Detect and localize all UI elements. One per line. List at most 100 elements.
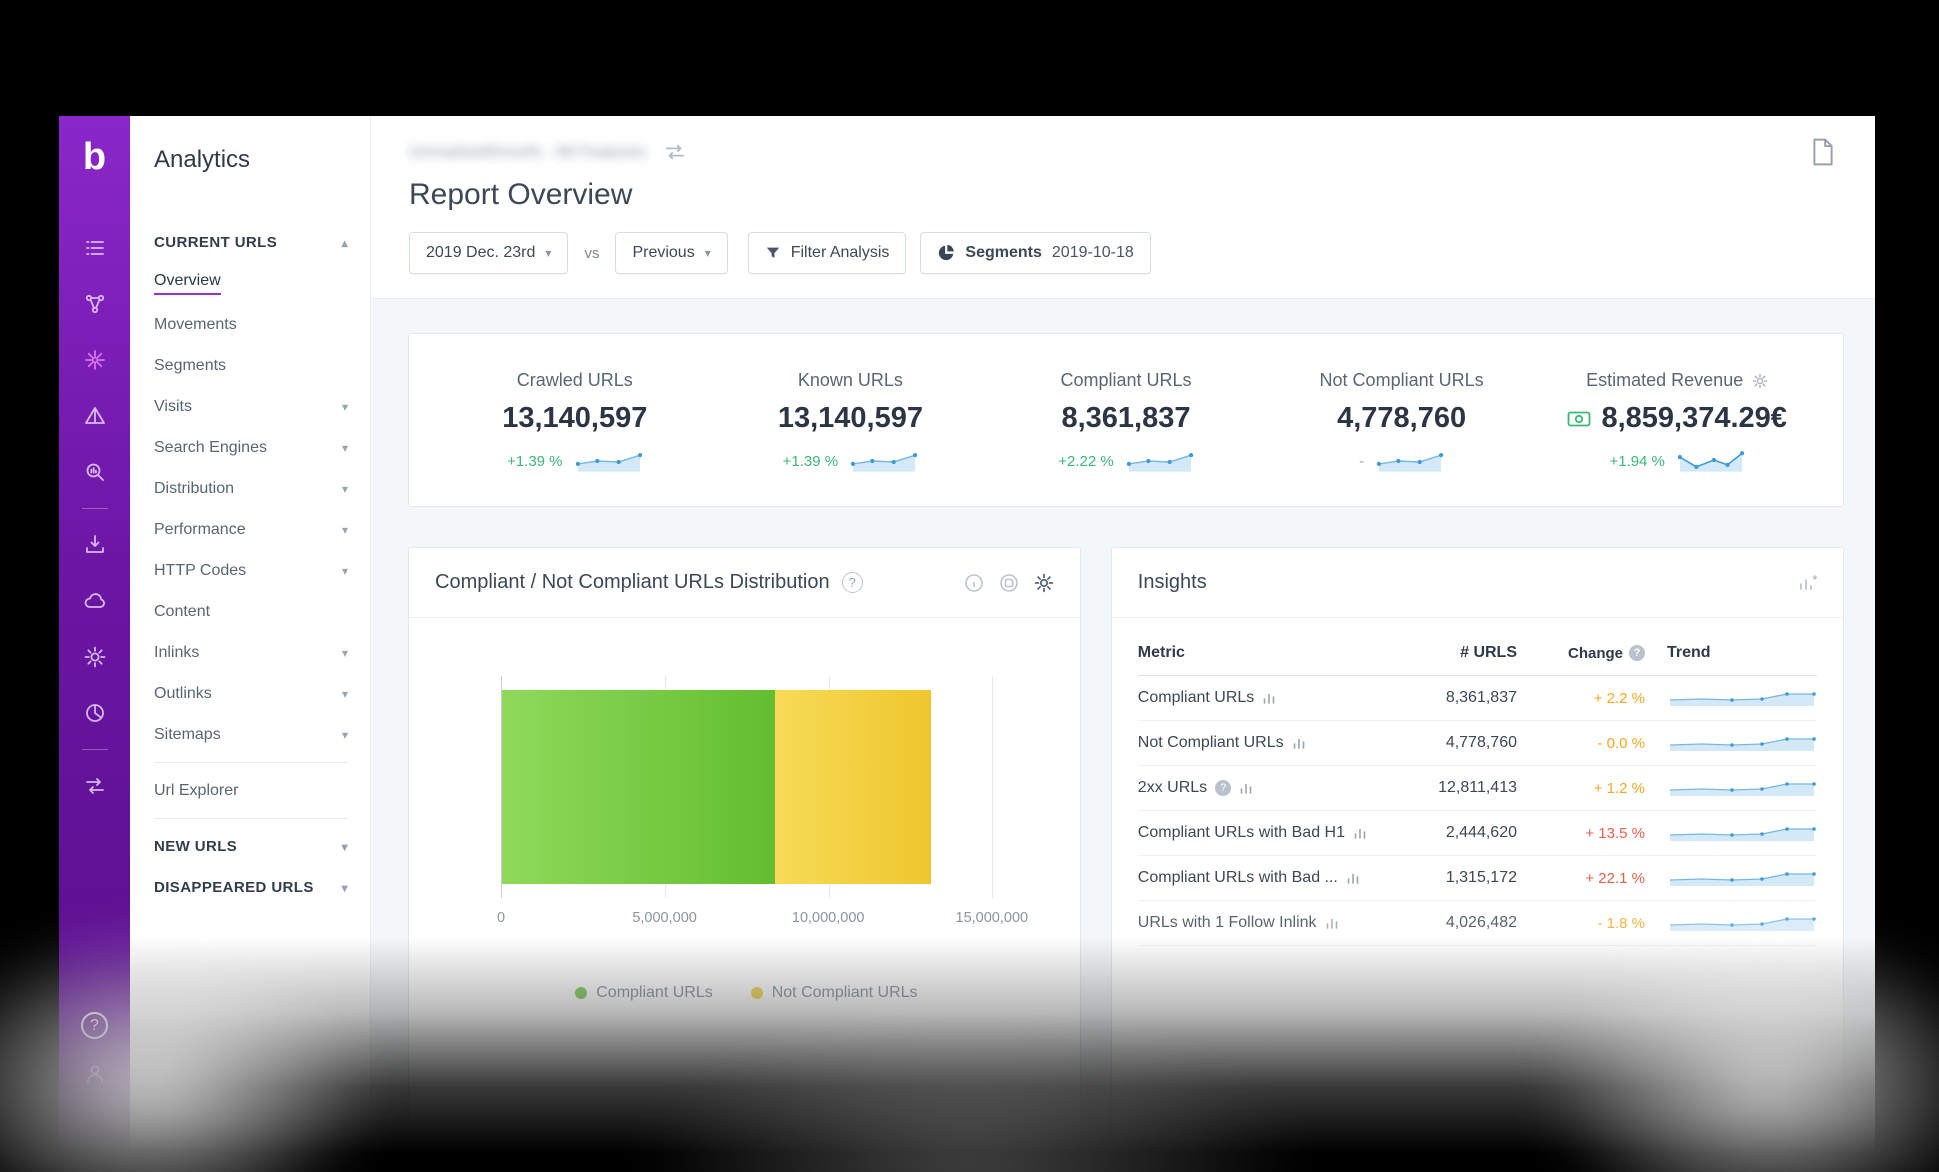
nav-item[interactable]: Sitemaps ▾ [154, 714, 370, 755]
insights-row[interactable]: Compliant URLs with Bad H1 2,444,620 + 1… [1138, 811, 1817, 856]
export-icon[interactable] [82, 532, 108, 558]
nav-item[interactable]: Visits ▾ [154, 386, 370, 427]
settings-icon[interactable] [82, 644, 108, 670]
legend-item[interactable]: Compliant URLs [575, 984, 712, 1002]
nav-item[interactable]: Outlinks ▾ [154, 673, 370, 714]
settings-icon[interactable] [1034, 573, 1054, 593]
metric-url-count: 12,811,413 [1367, 779, 1517, 797]
nav-item[interactable]: Distribution ▾ [154, 468, 370, 509]
nav-item[interactable]: Search Engines ▾ [154, 427, 370, 468]
chevron-icon: ▾ [342, 646, 348, 660]
stat-sparkline [1126, 448, 1194, 474]
list-icon[interactable] [82, 235, 108, 261]
nav-divider [154, 762, 348, 763]
nav-item[interactable]: Movements [154, 304, 370, 345]
chevron-icon: ▾ [342, 441, 348, 455]
metric-change: + 13.5 % [1517, 825, 1645, 842]
user-icon[interactable] [82, 1061, 108, 1087]
metric-chart-icon[interactable] [1346, 871, 1360, 885]
stat-value: 4,778,760 [1337, 402, 1466, 435]
segments-icon[interactable] [82, 700, 108, 726]
screenshot-stage: b [0, 0, 1939, 1172]
nav-item[interactable]: Performance ▾ [154, 509, 370, 550]
nav-item-label: Movements [154, 316, 237, 334]
help-icon[interactable]: ? [842, 572, 863, 593]
metric-chart-icon[interactable] [1262, 691, 1276, 705]
nav-item-label: HTTP Codes [154, 562, 246, 580]
trend-sparkline [1667, 733, 1817, 753]
date-select-button[interactable]: 2019 Dec. 23rd ▾ [409, 232, 568, 274]
tick-label: 0 [497, 910, 505, 926]
help-icon[interactable]: ? [1215, 780, 1231, 796]
chevron-icon: ▾ [342, 400, 348, 414]
nav-item[interactable]: Overview [154, 263, 370, 304]
nav-item[interactable]: Segments [154, 345, 370, 386]
stat-value: 13,140,597 [502, 402, 647, 435]
insights-row[interactable]: Compliant URLs 8,361,837 + 2.2 % [1138, 676, 1817, 721]
nav-item-label: Performance [154, 521, 246, 539]
metric-name: Compliant URLs [1138, 689, 1254, 707]
image-export-icon[interactable] [999, 573, 1019, 593]
nav-item[interactable]: Inlinks ▾ [154, 632, 370, 673]
nav-item[interactable]: Content [154, 591, 370, 632]
compare-select-button[interactable]: Previous ▾ [615, 232, 727, 274]
legend-dot-icon [751, 987, 763, 999]
insights-row[interactable]: Compliant URLs with Bad ... 1,315,172 + … [1138, 856, 1817, 901]
metric-chart-icon[interactable] [1239, 781, 1253, 795]
rail-divider [82, 749, 108, 750]
help-icon[interactable]: ? [1629, 645, 1645, 661]
chart-options-icon[interactable] [1797, 573, 1817, 593]
metric-chart-icon[interactable] [1353, 826, 1367, 840]
stats-card: Crawled URLs 13,140,597 +1.39 % [408, 333, 1844, 507]
stat-block: Known URLs 13,140,597 +1.39 % [713, 370, 989, 474]
segments-button[interactable]: Segments 2019-10-18 [920, 232, 1150, 274]
metric-name: Compliant URLs with Bad ... [1138, 869, 1338, 887]
insights-row[interactable]: Not Compliant URLs 4,778,760 - 0.0 % [1138, 721, 1817, 766]
search-analytics-icon[interactable] [82, 459, 108, 485]
legend-item[interactable]: Not Compliant URLs [751, 984, 918, 1002]
filter-analysis-button[interactable]: Filter Analysis [748, 232, 907, 274]
bar-segment-compliant[interactable] [502, 690, 775, 884]
nav-item[interactable]: DISAPPEARED URLS ▾ [154, 867, 370, 908]
stat-value: 8,859,374.29€ [1601, 402, 1786, 435]
nav-item[interactable]: Url Explorer [154, 770, 370, 811]
stat-change: - [1359, 453, 1364, 470]
reports-icon[interactable] [82, 291, 108, 317]
cloud-icon[interactable] [82, 588, 108, 614]
nav-item[interactable]: CURRENT URLS ▴ [154, 222, 370, 263]
metric-name: Compliant URLs with Bad H1 [1138, 824, 1345, 842]
botify-logo[interactable]: b [83, 138, 106, 176]
metric-url-count: 2,444,620 [1367, 824, 1517, 842]
compare-icon[interactable] [664, 142, 686, 162]
gear-icon[interactable] [1752, 373, 1768, 389]
nav-item[interactable]: NEW URLS ▾ [154, 826, 370, 867]
nav-item-label: Sitemaps [154, 726, 221, 744]
bar-segment-not-compliant[interactable] [775, 690, 931, 884]
metric-chart-icon[interactable] [1292, 736, 1306, 750]
metric-chart-icon[interactable] [1325, 916, 1339, 930]
logs-icon[interactable] [82, 403, 108, 429]
metric-change: - 1.8 % [1517, 915, 1645, 932]
info-icon[interactable] [964, 573, 984, 593]
insights-row[interactable]: 2xx URLs ? 12,811,413 + 1.2 % [1138, 766, 1817, 811]
connectors-icon[interactable] [82, 773, 108, 799]
metric-url-count: 4,778,760 [1367, 734, 1517, 752]
tick-label: 15,000,000 [956, 910, 1029, 926]
main-header: UnmarkedSmurfs - All Features Report Ove… [371, 116, 1875, 299]
crawler-icon[interactable] [82, 347, 108, 373]
project-name-blurred: UnmarkedSmurfs - All Features [409, 142, 646, 162]
pdf-export-icon[interactable] [1811, 138, 1835, 171]
chevron-icon: ▴ [342, 236, 348, 250]
distribution-chart: 0 5,000,000 10,000,000 15,000,000 [501, 676, 992, 1002]
metric-change: + 1.2 % [1517, 780, 1645, 797]
tick-label: 5,000,000 [632, 910, 697, 926]
metric-name: 2xx URLs [1138, 779, 1207, 797]
help-icon[interactable]: ? [81, 1012, 108, 1039]
distribution-bar [502, 690, 992, 884]
vs-label: vs [582, 245, 601, 262]
insights-row[interactable]: URLs with 1 Follow Inlink 4,026,482 - 1.… [1138, 901, 1817, 946]
page-title: Report Overview [409, 178, 1837, 212]
nav-divider [154, 818, 348, 819]
nav-item[interactable]: HTTP Codes ▾ [154, 550, 370, 591]
pie-icon [937, 244, 955, 262]
